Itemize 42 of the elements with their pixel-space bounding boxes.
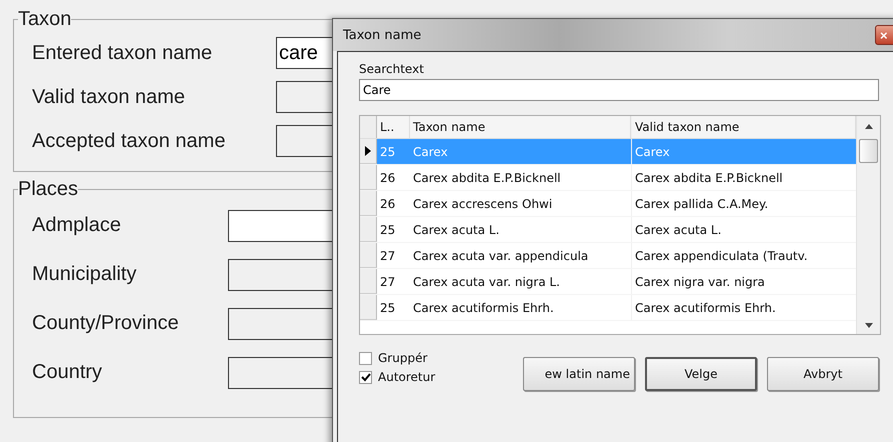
- field-label: Accepted taxon name: [32, 130, 226, 152]
- group-title: Taxon: [18, 8, 72, 31]
- checkbox-label[interactable]: Gruppér: [378, 351, 428, 365]
- dialog-button[interactable]: Avbryt: [767, 357, 879, 391]
- table-cell-text: Carex accrescens Ohwi: [412, 196, 554, 212]
- table-cell-text: Carex abdita E.P.Bicknell: [412, 170, 562, 186]
- table-cell: Carex: [631, 139, 856, 164]
- table-cell-text: 27: [379, 274, 396, 290]
- current-row-icon: [365, 146, 371, 156]
- row-selector[interactable]: [360, 139, 377, 164]
- checkbox[interactable]: [359, 352, 372, 364]
- scrollbar[interactable]: [856, 116, 880, 334]
- table-cell: Carex: [410, 139, 631, 164]
- search-label: Searchtext: [359, 62, 425, 76]
- table-cell-text: 25: [379, 222, 396, 238]
- scroll-thumb[interactable]: [859, 139, 878, 163]
- table-cell-text: Carex acuta L.: [412, 222, 500, 238]
- table-cell-text: Carex acutiformis Ehrh.: [412, 300, 555, 316]
- table-cell-text: Carex acuta var. appendicula: [412, 248, 590, 264]
- checkbox[interactable]: [359, 370, 372, 384]
- scroll-down-icon[interactable]: [864, 323, 872, 328]
- column-header[interactable]: Taxon name: [410, 116, 631, 138]
- scroll-up-icon[interactable]: [864, 124, 872, 129]
- checkbox-label[interactable]: Autoretur: [378, 370, 436, 384]
- field-label: Admplace: [32, 214, 122, 237]
- window-title: Taxon name: [343, 28, 422, 42]
- field-label: Entered taxon name: [32, 42, 214, 64]
- table-cell-text: Carex acuta var. nigra L.: [412, 274, 561, 290]
- table-cell-text: 27: [379, 248, 396, 264]
- field-label: Country: [32, 361, 104, 384]
- field-label: Valid taxon name: [32, 86, 186, 108]
- column-header[interactable]: L..: [377, 116, 410, 138]
- field-label: County/Province: [32, 312, 180, 335]
- table-cell-text: 25: [379, 300, 396, 316]
- dialog-button[interactable]: ew latin name: [523, 357, 635, 391]
- group-title: Places: [18, 178, 78, 201]
- table-cell-text: 26: [379, 170, 396, 186]
- field-label: Municipality: [32, 263, 138, 286]
- table-cell: 25: [377, 139, 410, 164]
- dialog-button[interactable]: Velge: [645, 357, 757, 391]
- search-field[interactable]: Care: [359, 79, 879, 101]
- table-cell-text: 26: [379, 196, 396, 212]
